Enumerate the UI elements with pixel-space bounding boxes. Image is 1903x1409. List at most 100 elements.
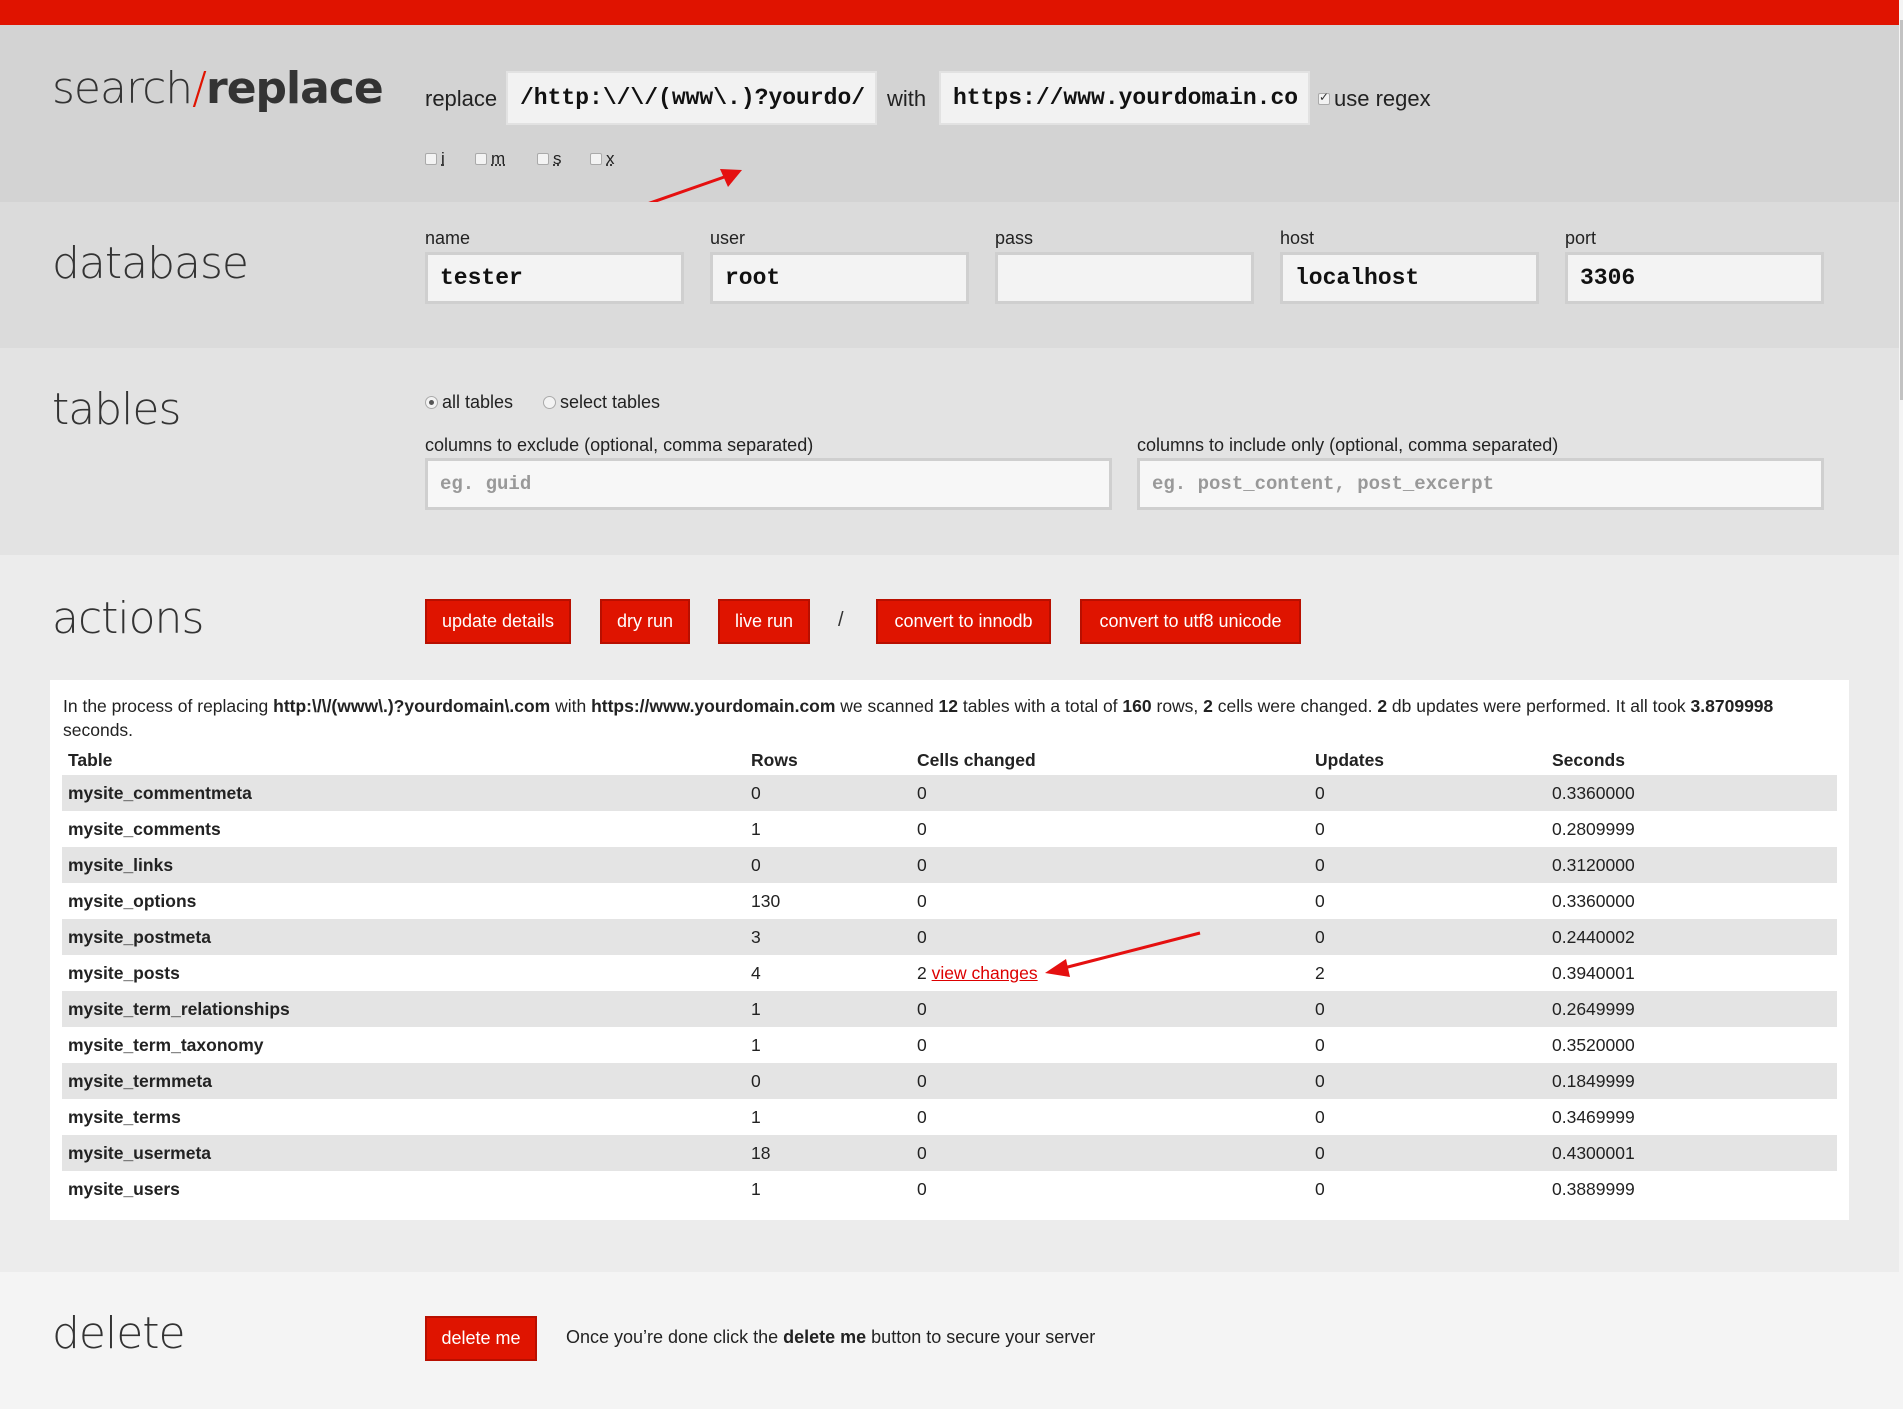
table-row: mysite_postmeta 3 0 0 0.2440002 (62, 919, 1837, 955)
cells-changed-value: 0 (917, 1070, 927, 1091)
results-table: Table Rows Cells changed Updates Seconds… (62, 745, 1837, 1207)
radio-all-tables-button[interactable] (425, 396, 438, 409)
search-input[interactable]: /http:\/\/(www\.)?yourdo/ (506, 71, 877, 125)
col-header-rows: Rows (751, 749, 798, 770)
regex-flag-m[interactable]: m (475, 149, 505, 169)
regex-flag-s[interactable]: s (537, 149, 562, 169)
radio-select-tables[interactable]: select tables (543, 392, 660, 413)
table-row: mysite_commentmeta 0 0 0 0.3360000 (62, 775, 1837, 811)
database-section: database name tester user root pass host… (0, 202, 1899, 348)
cell-cells-changed: 0 (911, 883, 1309, 919)
cell-rows: 130 (751, 890, 781, 911)
with-label: with (887, 86, 927, 111)
cell-updates: 0 (1315, 1070, 1325, 1091)
table-row: mysite_links 0 0 0 0.3120000 (62, 847, 1837, 883)
search-replace-section: search/replace replace /http:\/\/(www\.)… (0, 25, 1899, 212)
cell-table-name: mysite_usermeta (68, 1142, 211, 1163)
convert-utf8-button[interactable]: convert to utf8 unicode (1080, 599, 1301, 644)
col-header-cells: Cells changed (917, 749, 1036, 770)
cells-changed-value: 0 (917, 782, 927, 803)
summary-cells: 2 (1203, 696, 1213, 716)
db-host-input[interactable]: localhost (1280, 252, 1539, 304)
summary-text: with (550, 696, 592, 716)
page-scrollbar[interactable] (1899, 0, 1903, 1409)
col-header-seconds: Seconds (1552, 749, 1625, 770)
summary-text: we scanned (835, 696, 939, 716)
db-port-input[interactable]: 3306 (1565, 252, 1824, 304)
results-summary: In the process of replacing http:\/\/(ww… (63, 694, 1843, 742)
summary-text: tables with a total of (958, 696, 1123, 716)
flag-i-label: i (441, 149, 445, 168)
db-name-input[interactable]: tester (425, 252, 684, 304)
live-run-button[interactable]: live run (718, 599, 810, 644)
section-title-search-replace: search/replace (52, 63, 384, 114)
include-columns-input[interactable]: eg. post_content, post_excerpt (1137, 458, 1824, 510)
db-user-label: user (710, 228, 746, 248)
tables-section: tables all tables select tables columns … (0, 348, 1899, 555)
cell-cells-changed: 2 view changes (911, 955, 1309, 991)
table-row: mysite_terms 1 0 0 0.3469999 (62, 1099, 1837, 1135)
title-slash: / (192, 63, 207, 114)
radio-all-tables-label: all tables (442, 392, 514, 412)
cell-updates: 2 (1315, 962, 1325, 983)
flag-s-checkbox[interactable] (537, 153, 549, 165)
cell-cells-changed: 0 (911, 1099, 1309, 1135)
cell-rows: 0 (751, 854, 761, 875)
regex-flag-i[interactable]: i (425, 149, 445, 169)
db-user-input[interactable]: root (710, 252, 969, 304)
update-details-button[interactable]: update details (425, 599, 571, 644)
delete-me-button[interactable]: delete me (425, 1316, 537, 1361)
dry-run-button[interactable]: dry run (600, 599, 690, 644)
table-row: mysite_posts 4 2 view changes 2 0.3940001 (62, 955, 1837, 991)
cell-updates: 0 (1315, 782, 1325, 803)
cell-seconds: 0.1849999 (1552, 1070, 1635, 1091)
summary-replace: https://www.yourdomain.com (591, 696, 836, 716)
cell-rows: 3 (751, 926, 761, 947)
cell-updates: 0 (1315, 998, 1325, 1019)
cell-cells-changed: 0 (911, 1027, 1309, 1063)
db-name-label: name (425, 228, 471, 248)
top-accent-bar (0, 0, 1899, 25)
cell-cells-changed: 0 (911, 811, 1309, 847)
cells-changed-value: 0 (917, 998, 927, 1019)
flag-x-checkbox[interactable] (590, 153, 602, 165)
title-replace: replace (206, 63, 384, 114)
use-regex-label: use regex (1334, 86, 1431, 111)
cell-seconds: 0.3520000 (1552, 1034, 1635, 1055)
table-header-row: Table Rows Cells changed Updates Seconds (62, 745, 1837, 775)
summary-updates: 2 (1377, 696, 1388, 716)
radio-select-tables-label: select tables (560, 392, 661, 412)
cell-seconds: 0.2440002 (1552, 926, 1635, 947)
cells-changed-value: 2 (917, 962, 927, 983)
cell-rows: 1 (751, 1106, 761, 1127)
view-changes-link[interactable]: view changes (932, 963, 1038, 983)
cell-seconds: 0.3360000 (1552, 782, 1635, 803)
cells-changed-value: 0 (917, 1106, 927, 1127)
cell-cells-changed: 0 (911, 1171, 1309, 1207)
convert-innodb-button[interactable]: convert to innodb (876, 599, 1051, 644)
use-regex-checkbox[interactable] (1318, 90, 1330, 105)
col-header-table: Table (68, 749, 113, 770)
regex-flag-x[interactable]: x (590, 149, 615, 169)
cell-seconds: 0.2809999 (1552, 818, 1635, 839)
section-title-actions: actions (52, 593, 204, 644)
cell-seconds: 0.3360000 (1552, 890, 1635, 911)
db-host-label: host (1280, 228, 1315, 248)
cell-table-name: mysite_terms (68, 1106, 181, 1127)
radio-all-tables[interactable]: all tables (425, 392, 513, 413)
cell-table-name: mysite_links (68, 854, 174, 875)
db-pass-input[interactable] (995, 252, 1254, 304)
cells-changed-value: 0 (917, 1142, 927, 1163)
cell-seconds: 0.3889999 (1552, 1178, 1635, 1199)
replace-input[interactable]: https://www.yourdomain.co (939, 71, 1310, 125)
cells-changed-value: 0 (917, 1034, 927, 1055)
flag-s-label: s (553, 149, 562, 168)
flag-m-checkbox[interactable] (475, 153, 487, 165)
flag-i-checkbox[interactable] (425, 153, 437, 165)
cell-cells-changed: 0 (911, 919, 1309, 955)
cell-table-name: mysite_postmeta (68, 926, 211, 947)
use-regex-option[interactable]: use regex (1318, 86, 1431, 112)
cell-table-name: mysite_term_taxonomy (68, 1034, 264, 1055)
radio-select-tables-button[interactable] (543, 396, 556, 409)
exclude-columns-input[interactable]: eg. guid (425, 458, 1112, 510)
